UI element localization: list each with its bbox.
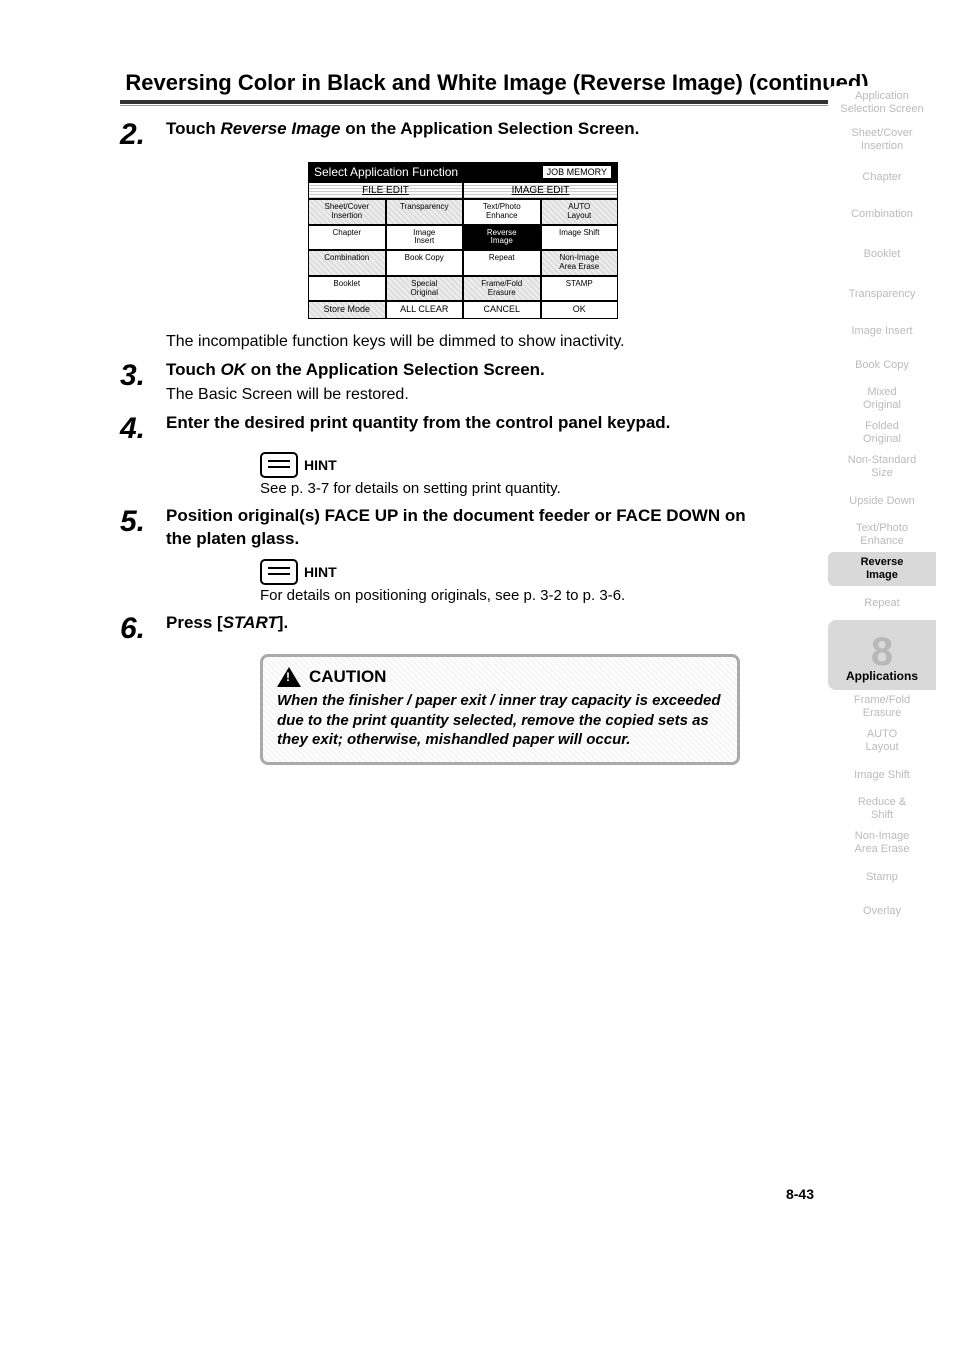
tab-overlay[interactable]: Overlay [828,894,936,928]
btn-ok[interactable]: OK [541,301,619,319]
text-emphasis: OK [220,360,246,379]
screen-title: Select Application Function [314,165,458,179]
tab-sheet-cover-insertion[interactable]: Sheet/CoverInsertion [828,120,936,160]
step-4: 4. Enter the desired print quantity from… [120,412,760,444]
btn-stamp[interactable]: STAMP [541,276,619,302]
step-2: 2. Touch Reverse Image on the Applicatio… [120,118,760,150]
btn-frame-fold-erasure[interactable]: Frame/FoldErasure [463,276,541,302]
step-2-instruction: Touch Reverse Image on the Application S… [166,118,760,141]
tab-mixed-original[interactable]: MixedOriginal [828,382,936,416]
tab-reverse-image[interactable]: ReverseImage [828,552,936,586]
hint-text: See p. 3-7 for details on setting print … [260,480,760,497]
step-4-instruction: Enter the desired print quantity from th… [166,412,760,435]
screen-title-bar: Select Application Function JOB MEMORY [308,162,618,182]
btn-reverse-image[interactable]: ReverseImage [463,225,541,251]
tab-upside-down[interactable]: Upside Down [828,484,936,518]
step-5-instruction: Position original(s) FACE UP in the docu… [166,505,760,551]
hint-label: HINT [304,457,337,473]
step-body: Touch Reverse Image on the Application S… [166,118,760,141]
btn-store-mode[interactable]: Store Mode [308,301,386,319]
step-3-instruction: Touch OK on the Application Selection Sc… [166,359,760,382]
tab-non-image-area-erase[interactable]: Non-ImageArea Erase [828,826,936,860]
step-number: 5. [120,505,166,537]
step-number: 2. [120,118,166,150]
btn-sheet-cover-insertion[interactable]: Sheet/CoverInsertion [308,199,386,225]
step-3-subtext: The Basic Screen will be restored. [166,386,760,404]
hint-heading: HINT [260,452,760,478]
tab-repeat[interactable]: Repeat [828,586,936,620]
text: ]. [278,613,288,632]
btn-repeat[interactable]: Repeat [463,250,541,276]
text: Touch [166,119,220,138]
tab-frame-fold-erasure[interactable]: Frame/FoldErasure [828,690,936,724]
tab-folded-original[interactable]: FoldedOriginal [828,416,936,450]
header-subrule [120,105,874,106]
hint-icon [260,559,298,585]
sidebar-tabs: ApplicationSelection Screen Sheet/CoverI… [828,86,936,928]
tab-booklet[interactable]: Booklet [828,234,936,274]
tab-chapter[interactable]: Chapter [828,160,936,194]
btn-booklet[interactable]: Booklet [308,276,386,302]
step-5: 5. Position original(s) FACE UP in the d… [120,505,760,551]
section-file-edit: FILE EDIT [308,182,463,199]
tab-reduce-shift[interactable]: Reduce &Shift [828,792,936,826]
tab-chapter-8-applications[interactable]: 8 Applications [828,620,936,690]
tab-text-photo-enhance[interactable]: Text/PhotoEnhance [828,518,936,552]
hint-icon [260,452,298,478]
btn-book-copy[interactable]: Book Copy [386,250,464,276]
btn-cancel[interactable]: CANCEL [463,301,541,319]
text-emphasis: Reverse Image [220,119,340,138]
tab-stamp[interactable]: Stamp [828,860,936,894]
tab-non-standard-size[interactable]: Non-StandardSize [828,450,936,484]
hint-text: For details on positioning originals, se… [260,587,760,604]
application-screen-figure: Select Application Function JOB MEMORY F… [166,156,760,319]
btn-transparency[interactable]: Transparency [386,199,464,225]
page: Reversing Color in Black and White Image… [0,0,954,1351]
btn-image-insert[interactable]: ImageInsert [386,225,464,251]
caution-text: When the finisher / paper exit / inner t… [277,691,723,750]
step-3: 3. Touch OK on the Application Selection… [120,359,760,404]
tab-application-selection-screen[interactable]: ApplicationSelection Screen [828,86,936,120]
text-emphasis: START [223,613,278,632]
step-number: 3. [120,359,166,391]
tab-combination[interactable]: Combination [828,194,936,234]
step-number: 4. [120,412,166,444]
caution-box: CAUTION When the finisher / paper exit /… [260,654,740,765]
text: Press [ [166,613,223,632]
hint-label: HINT [304,564,337,580]
step-6: 6. Press [START]. [120,612,760,644]
application-selection-screen: Select Application Function JOB MEMORY F… [308,162,618,319]
tab-image-insert[interactable]: Image Insert [828,314,936,348]
job-memory-button[interactable]: JOB MEMORY [542,165,612,179]
step-2-note: The incompatible function keys will be d… [166,333,760,351]
btn-combination[interactable]: Combination [308,250,386,276]
tab-book-copy[interactable]: Book Copy [828,348,936,382]
chapter-number: 8 [871,636,893,668]
btn-special-original[interactable]: SpecialOriginal [386,276,464,302]
step-number: 6. [120,612,166,644]
btn-all-clear[interactable]: ALL CLEAR [386,301,464,319]
warning-icon [277,667,301,687]
step-6-instruction: Press [START]. [166,612,760,635]
hint-heading: HINT [260,559,760,585]
text: on the Application Selection Screen. [340,119,639,138]
page-title: Reversing Color in Black and White Image… [120,70,874,96]
page-number: 8-43 [786,1186,814,1202]
section-image-edit: IMAGE EDIT [463,182,618,199]
chapter-label: Applications [846,670,918,684]
caution-label: CAUTION [309,667,386,687]
content-column: 2. Touch Reverse Image on the Applicatio… [120,118,760,765]
text: Touch [166,360,220,379]
btn-chapter[interactable]: Chapter [308,225,386,251]
tab-transparency[interactable]: Transparency [828,274,936,314]
text: on the Application Selection Screen. [246,360,545,379]
tab-image-shift[interactable]: Image Shift [828,758,936,792]
btn-auto-layout[interactable]: AUTOLayout [541,199,619,225]
btn-text-photo-enhance[interactable]: Text/PhotoEnhance [463,199,541,225]
header-rule [120,100,874,104]
btn-image-shift[interactable]: Image Shift [541,225,619,251]
tab-auto-layout[interactable]: AUTOLayout [828,724,936,758]
caution-heading: CAUTION [277,667,723,687]
btn-non-image-area-erase[interactable]: Non-ImageArea Erase [541,250,619,276]
